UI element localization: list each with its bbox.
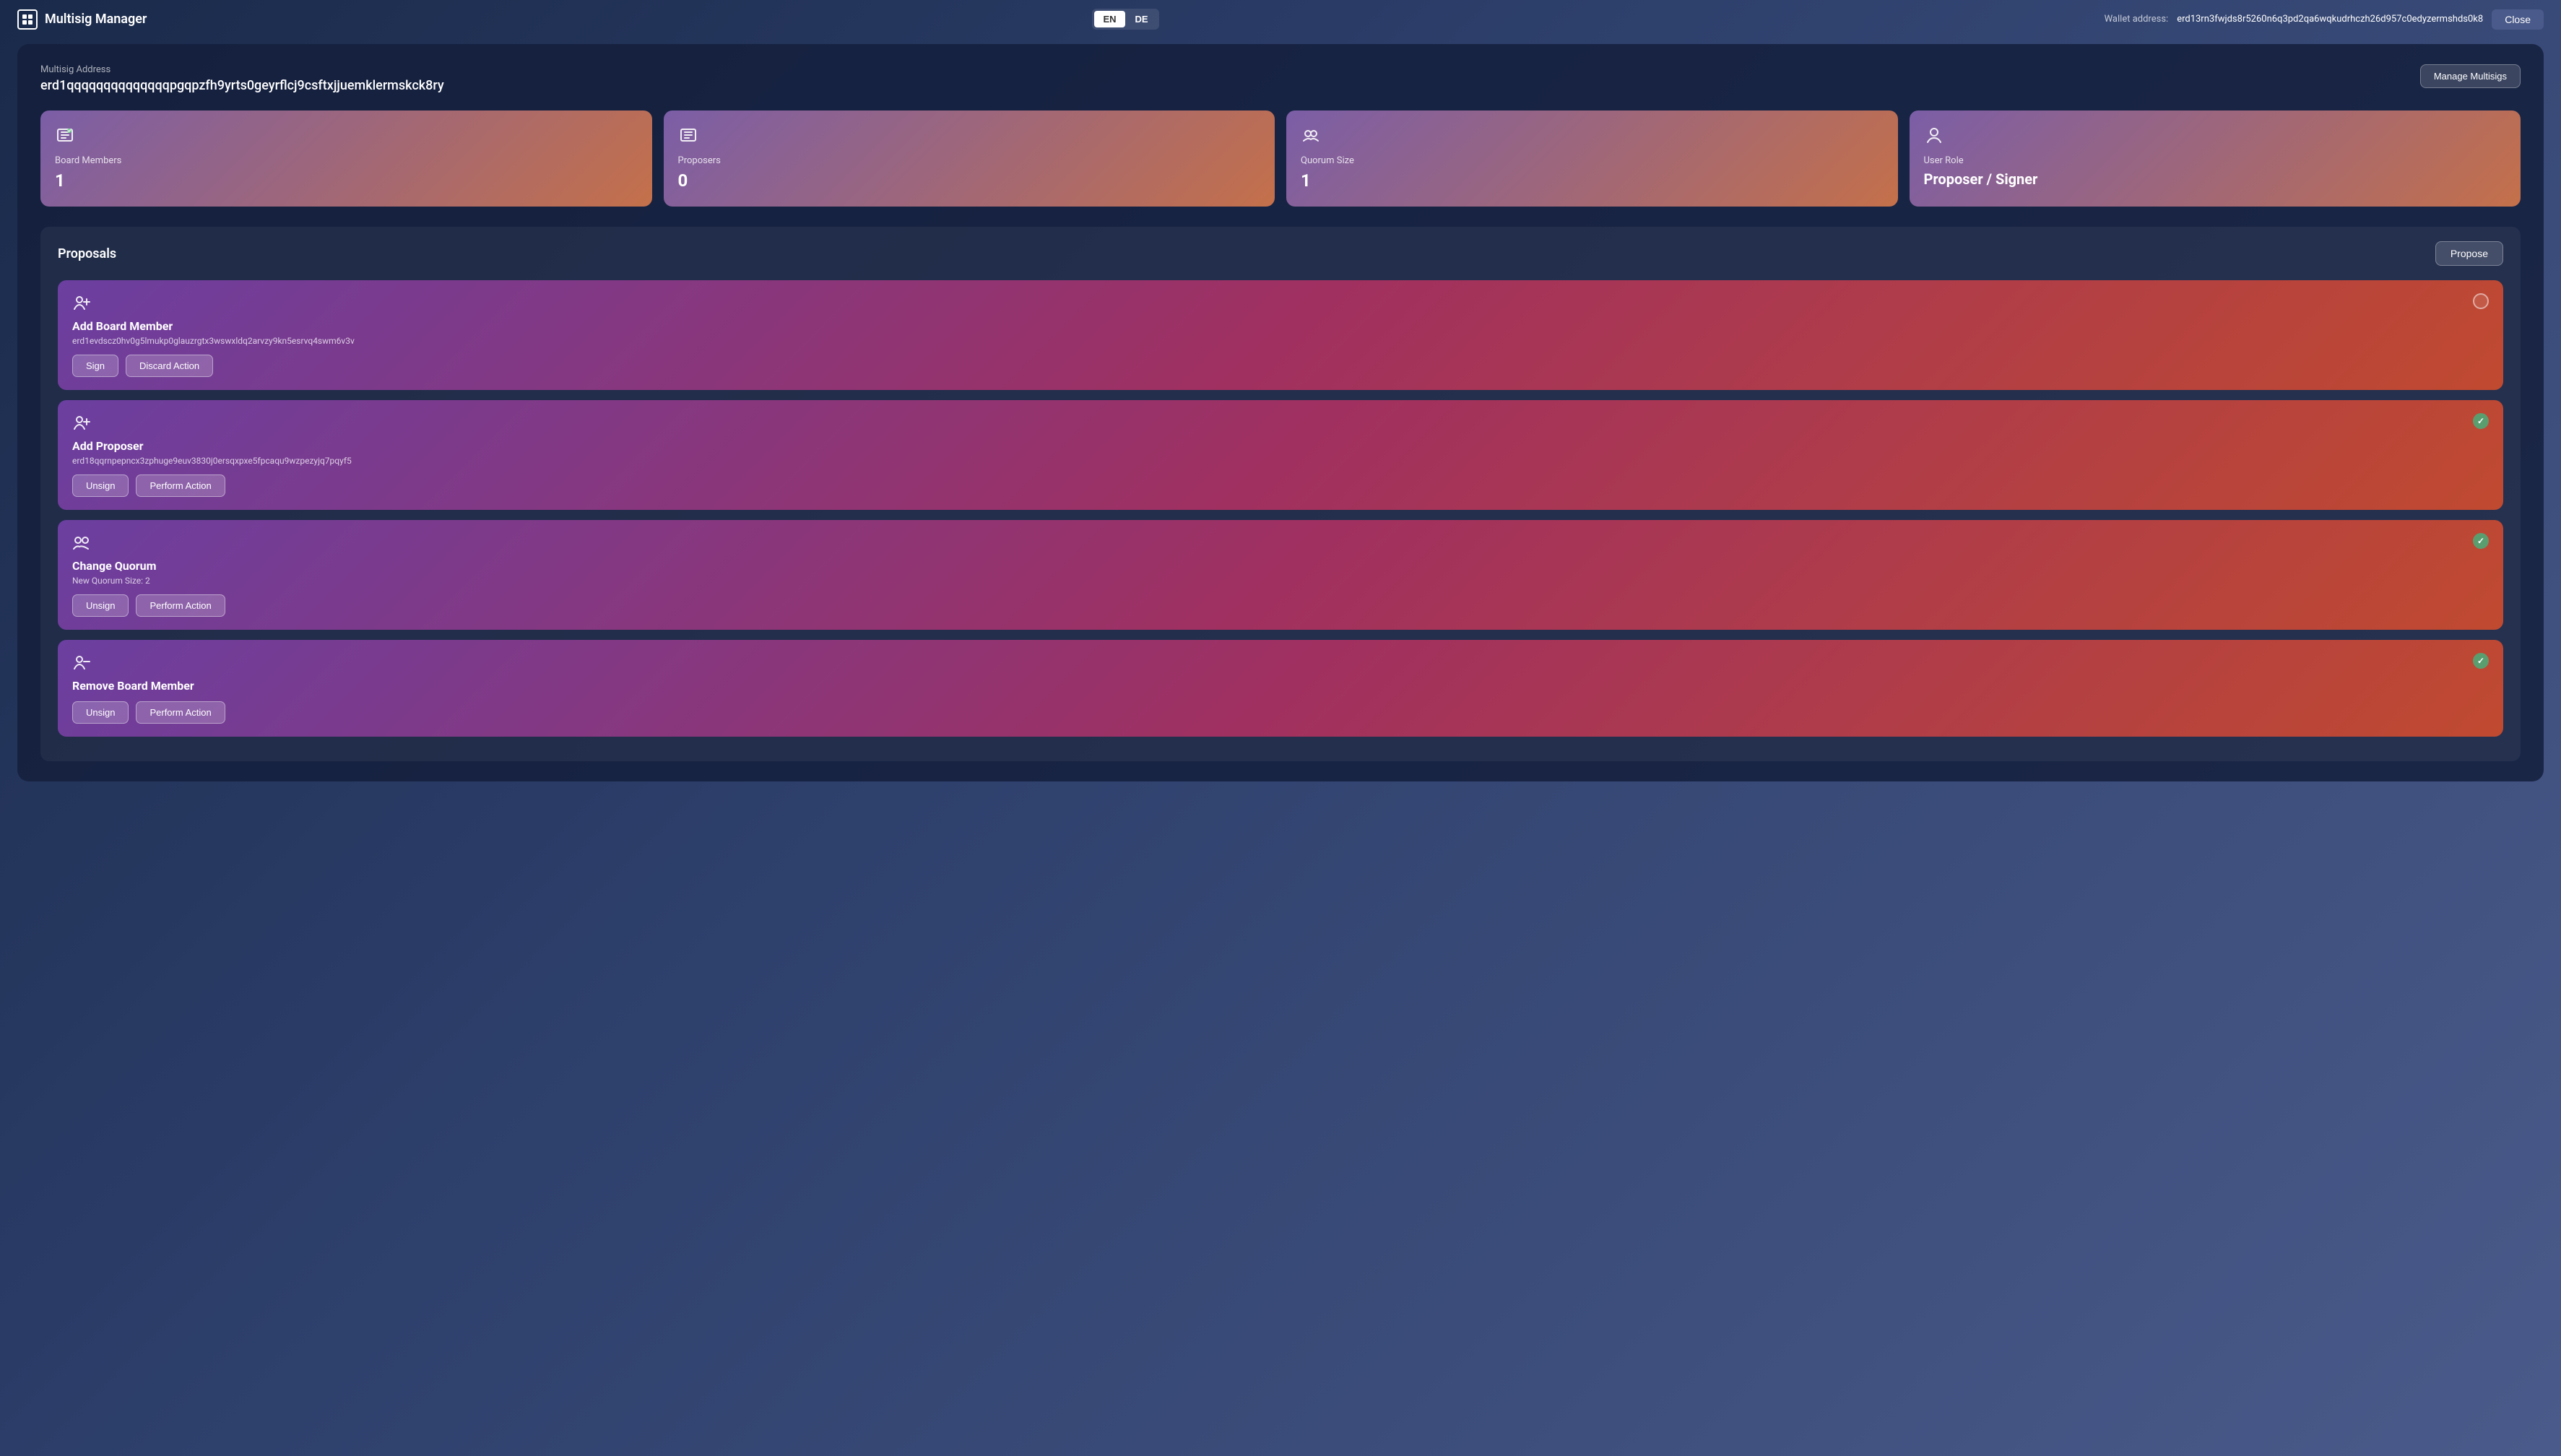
wallet-label: Wallet address:: [2105, 14, 2169, 25]
proposers-icon: [678, 125, 701, 148]
app-header: Multisig Manager EN DE Wallet address: e…: [0, 0, 2561, 38]
stat-card-user-role: User Role Proposer / Signer: [1910, 110, 2521, 207]
proposal-top: ✓: [72, 653, 2489, 673]
unsign-btn-4[interactable]: Unsign: [72, 701, 129, 724]
proposal-card-proposal-2: ✓ Add Proposer erd18qqrnpepncx3zphuge9eu…: [58, 400, 2503, 510]
proposal-address: erd1evdscz0hv0g5lmukp0glauzrgtx3wswxldq2…: [72, 336, 2489, 346]
board-icon: [55, 125, 78, 148]
proposal-title: Add Board Member: [72, 319, 2489, 333]
proposal-address: erd18qqrnpepncx3zphuge9euv3830j0ersqxpxe…: [72, 456, 2489, 466]
app-logo: Multisig Manager: [17, 9, 147, 30]
proposal-card-proposal-3: ✓ Change Quorum New Quorum Size: 2 Unsig…: [58, 520, 2503, 630]
stat-card-quorum-size: Quorum Size 1: [1286, 110, 1898, 207]
proposal-actions: Unsign Perform Action: [72, 474, 2489, 497]
status-checked-icon: ✓: [2473, 533, 2489, 549]
quorum-icon: [1301, 125, 1324, 148]
main-container: Multisig Address erd1qqqqqqqqqqqqqqpgqpz…: [17, 44, 2544, 781]
stat-label-proposers: Proposers: [678, 155, 1261, 166]
proposals-title: Proposals: [58, 246, 116, 261]
multisig-address-header: Multisig Address erd1qqqqqqqqqqqqqqpgqpz…: [40, 64, 2521, 93]
stat-label-board-members: Board Members: [55, 155, 638, 166]
multisig-address-block: Multisig Address erd1qqqqqqqqqqqqqqpgqpz…: [40, 64, 444, 93]
user-role-icon: [1924, 125, 1947, 148]
lang-en-button[interactable]: EN: [1094, 11, 1124, 27]
lang-switcher: EN DE: [1092, 9, 1158, 30]
discard-btn-1[interactable]: Discard Action: [126, 355, 213, 377]
close-button[interactable]: Close: [2492, 9, 2544, 30]
sign-btn-1[interactable]: Sign: [72, 355, 118, 377]
proposal-card-proposal-1: Add Board Member erd1evdscz0hv0g5lmukp0g…: [58, 280, 2503, 390]
perform-btn-2[interactable]: Perform Action: [136, 474, 225, 497]
multisig-address-label: Multisig Address: [40, 64, 444, 75]
wallet-address: erd13rn3fwjds8r5260n6q3pd2qa6wqkudrhczh2…: [2177, 14, 2483, 25]
proposal-type-icon: [72, 533, 92, 553]
logo-icon: [17, 9, 38, 30]
wallet-info: Wallet address: erd13rn3fwjds8r5260n6q3p…: [2105, 9, 2544, 30]
lang-de-button[interactable]: DE: [1127, 11, 1157, 27]
proposals-list: Add Board Member erd1evdscz0hv0g5lmukp0g…: [58, 280, 2503, 737]
proposal-title: Remove Board Member: [72, 679, 2489, 693]
proposal-top: ✓: [72, 533, 2489, 553]
proposals-header: Proposals Propose: [58, 241, 2503, 266]
app-title: Multisig Manager: [45, 12, 147, 27]
stat-value-proposers: 0: [678, 170, 1261, 191]
proposal-title: Change Quorum: [72, 559, 2489, 573]
unsign-btn-2[interactable]: Unsign: [72, 474, 129, 497]
proposals-section: Proposals Propose Add Board Member erd1e…: [40, 227, 2521, 761]
stat-card-proposers: Proposers 0: [664, 110, 1275, 207]
manage-multisigs-button[interactable]: Manage Multisigs: [2420, 64, 2521, 88]
stat-value-board-members: 1: [55, 170, 638, 191]
proposal-address: New Quorum Size: 2: [72, 576, 2489, 586]
status-checked-icon: ✓: [2473, 413, 2489, 429]
stat-card-board-members: Board Members 1: [40, 110, 652, 207]
proposal-card-proposal-4: ✓ Remove Board Member Unsign Perform Acti…: [58, 640, 2503, 737]
perform-btn-3[interactable]: Perform Action: [136, 594, 225, 617]
stat-value-user-role: Proposer / Signer: [1924, 170, 2507, 188]
proposal-actions: Unsign Perform Action: [72, 594, 2489, 617]
multisig-address-value: erd1qqqqqqqqqqqqqqpgqpzfh9yrts0geyrflcj9…: [40, 78, 444, 93]
status-empty-icon: [2473, 293, 2489, 309]
proposal-type-icon: [72, 413, 92, 433]
unsign-btn-3[interactable]: Unsign: [72, 594, 129, 617]
stat-label-user-role: User Role: [1924, 155, 2507, 166]
stats-grid: Board Members 1 Proposers 0 Quorum Size …: [40, 110, 2521, 207]
proposal-type-icon: [72, 653, 92, 673]
proposal-actions: Sign Discard Action: [72, 355, 2489, 377]
proposal-actions: Unsign Perform Action: [72, 701, 2489, 724]
proposal-title: Add Proposer: [72, 439, 2489, 453]
proposal-top: [72, 293, 2489, 313]
stat-label-quorum-size: Quorum Size: [1301, 155, 1884, 166]
propose-button[interactable]: Propose: [2435, 241, 2503, 266]
proposal-type-icon: [72, 293, 92, 313]
perform-btn-4[interactable]: Perform Action: [136, 701, 225, 724]
status-checked-icon: ✓: [2473, 653, 2489, 669]
stat-value-quorum-size: 1: [1301, 170, 1884, 191]
proposal-top: ✓: [72, 413, 2489, 433]
